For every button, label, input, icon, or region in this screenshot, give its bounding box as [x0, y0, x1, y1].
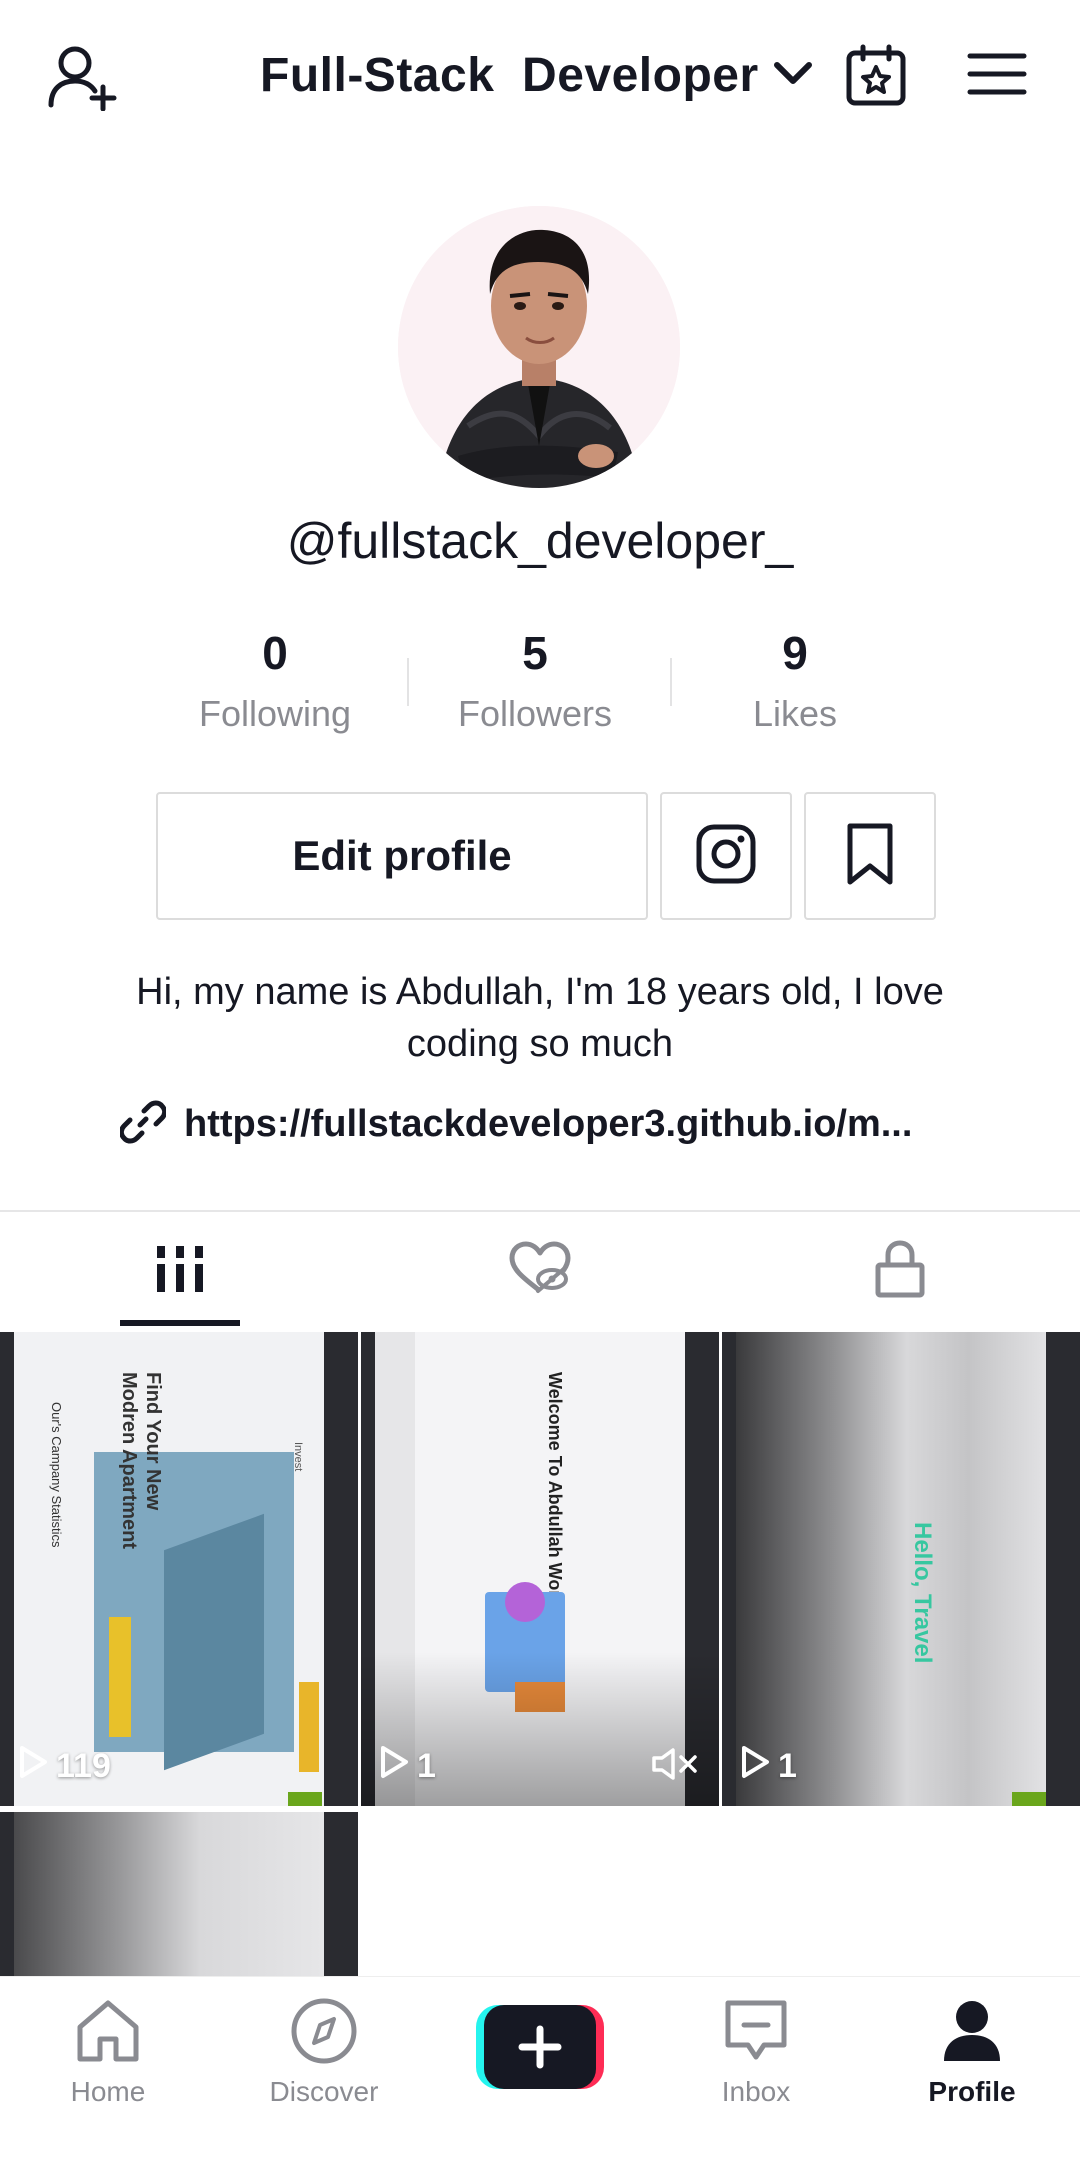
- screen-edge: [324, 1332, 358, 1806]
- stat-label: Followers: [457, 693, 613, 734]
- tab-videos[interactable]: [0, 1212, 360, 1330]
- preview-text: Find Your New: [142, 1372, 164, 1511]
- screen-edge: [324, 1812, 358, 1976]
- preview-accent: [1012, 1792, 1046, 1806]
- preview-text: Our's Campany Statistics: [49, 1402, 64, 1548]
- nav-label: Inbox: [721, 2076, 791, 2107]
- page-title: Full-Stack Developer: [260, 48, 759, 102]
- top-bar: Full-Stack Developer: [0, 0, 1080, 150]
- view-count-text: 119: [56, 1747, 111, 1785]
- nav-inbox[interactable]: Inbox: [666, 1997, 846, 2127]
- preview-accent: [109, 1617, 131, 1737]
- preview-accent: [288, 1792, 322, 1806]
- screen-edge: [0, 1812, 14, 1976]
- plus-icon: [484, 2005, 596, 2089]
- stat-value: 5: [522, 627, 548, 679]
- content-tabs: [0, 1212, 1080, 1330]
- create-button[interactable]: [476, 2005, 604, 2089]
- video-preview: Find Your New Modren Apartment Our's Cam…: [14, 1332, 324, 1806]
- person-add-icon[interactable]: [40, 36, 126, 116]
- view-count: 119: [18, 1745, 111, 1788]
- bookmark-icon: [844, 822, 896, 891]
- profile-link[interactable]: https://fullstackdeveloper3.github.io/m.…: [118, 1096, 913, 1152]
- bookmark-button[interactable]: [804, 792, 936, 920]
- screen-edge: [722, 1332, 736, 1806]
- profile-bio: Hi, my name is Abdullah, I'm 18 years ol…: [136, 971, 944, 1065]
- compass-icon: [288, 1997, 360, 2070]
- nav-label: Discover: [269, 2076, 379, 2107]
- tab-liked[interactable]: [360, 1212, 720, 1330]
- video-thumbnail[interactable]: Find Your New Modren Apartment Our's Cam…: [0, 1332, 358, 1806]
- view-count-text: 1: [778, 1747, 797, 1785]
- stat-divider: [407, 658, 409, 706]
- tab-private[interactable]: [720, 1212, 1080, 1330]
- active-tab-indicator: [120, 1320, 240, 1326]
- preview-accent: [299, 1682, 319, 1772]
- preview-text: Modren Apartment: [118, 1372, 140, 1550]
- inbox-icon: [720, 1997, 792, 2070]
- lock-icon: [874, 1239, 926, 1304]
- video-thumbnail[interactable]: [0, 1812, 358, 1976]
- preview-text: Invest: [292, 1442, 304, 1472]
- stat-likes[interactable]: 9 Likes: [665, 620, 925, 740]
- view-count: 1: [740, 1745, 797, 1788]
- video-thumbnail[interactable]: Hello, Travel 1: [722, 1332, 1080, 1806]
- muted-icon: [651, 1747, 701, 1786]
- chevron-down-icon: [771, 57, 815, 94]
- grid-icon: [155, 1244, 205, 1299]
- edit-profile-button[interactable]: Edit profile: [156, 792, 648, 920]
- stat-value: 9: [782, 627, 808, 679]
- screen-edge: [0, 1332, 14, 1806]
- nav-home[interactable]: Home: [18, 1997, 198, 2127]
- video-preview: [14, 1812, 324, 1976]
- nav-discover[interactable]: Discover: [234, 1997, 414, 2127]
- preview-illustration: [505, 1582, 545, 1622]
- stat-followers[interactable]: 5 Followers: [405, 620, 665, 740]
- link-text: https://fullstackdeveloper3.github.io/m.…: [184, 1102, 913, 1145]
- view-count-text: 1: [417, 1747, 436, 1785]
- account-switcher[interactable]: Full-Stack Developer: [260, 40, 815, 110]
- calendar-star-icon[interactable]: [840, 40, 912, 112]
- video-preview: Hello, Travel: [736, 1332, 1046, 1806]
- nav-profile[interactable]: Profile: [882, 1997, 1062, 2127]
- stat-value: 0: [262, 627, 288, 679]
- stat-divider: [670, 658, 672, 706]
- instagram-icon: [695, 823, 757, 890]
- view-count: 1: [379, 1745, 436, 1788]
- instagram-button[interactable]: [660, 792, 792, 920]
- preview-text: Hello, Travel: [909, 1522, 936, 1664]
- screen-edge: [1046, 1332, 1080, 1806]
- preview-building: [164, 1513, 264, 1771]
- person-icon: [936, 1997, 1008, 2070]
- nav-label: Home: [70, 2076, 146, 2107]
- stat-label: Following: [198, 693, 352, 734]
- home-icon: [72, 1997, 144, 2070]
- play-icon: [379, 1745, 409, 1788]
- play-icon: [740, 1745, 770, 1788]
- video-thumbnail[interactable]: Welcome To Abdullah World 1: [361, 1332, 719, 1806]
- hamburger-menu-icon[interactable]: [962, 44, 1032, 104]
- play-icon: [18, 1745, 48, 1788]
- stat-label: Likes: [752, 693, 838, 734]
- profile-stats: 0 Following 5 Followers 9 Likes: [145, 620, 925, 740]
- liked-hidden-icon: [508, 1241, 572, 1302]
- bottom-nav: Home Discover Inbox Profile: [0, 1976, 1080, 2157]
- avatar[interactable]: [398, 206, 680, 488]
- link-icon: [118, 1099, 168, 1150]
- edit-profile-label: Edit profile: [292, 832, 512, 879]
- nav-label: Profile: [928, 2076, 1016, 2107]
- username: @fullstack_developer_: [286, 513, 794, 569]
- stat-following[interactable]: 0 Following: [145, 620, 405, 740]
- preview-text: Welcome To Abdullah World: [545, 1372, 565, 1614]
